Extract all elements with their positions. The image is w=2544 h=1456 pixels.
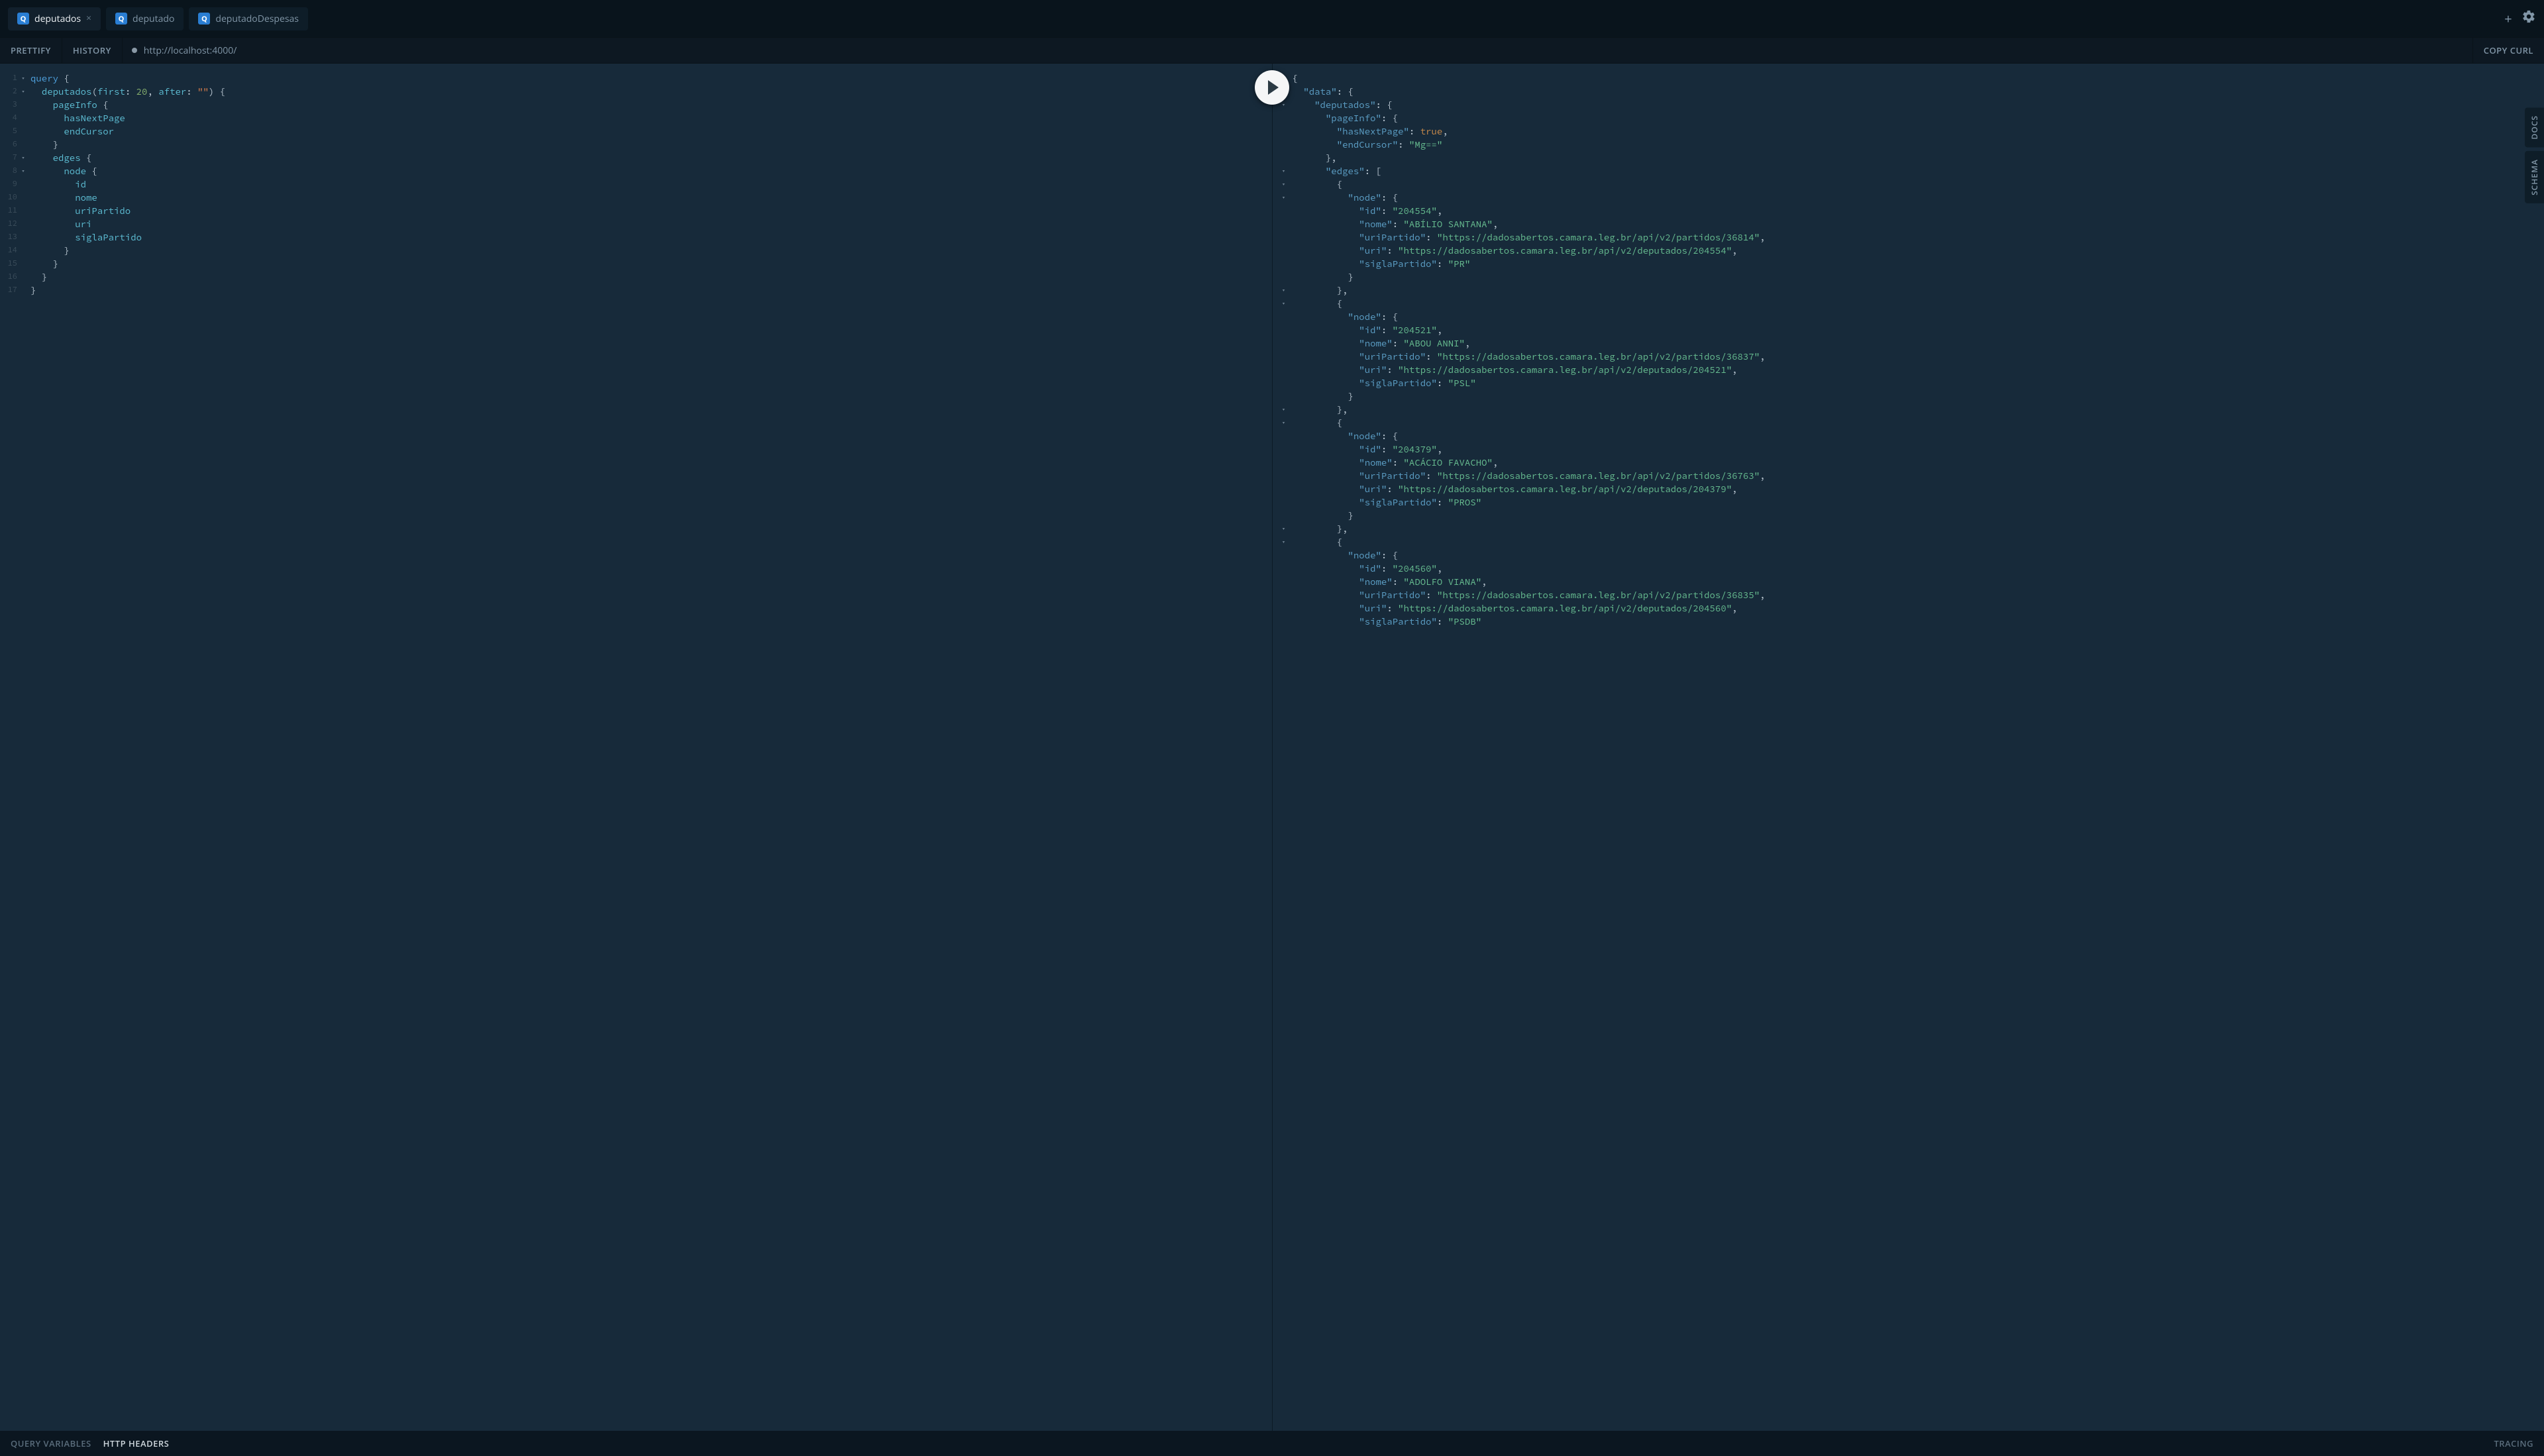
code-line: hasNextPage — [30, 111, 1272, 125]
code-line: "node": { — [1293, 191, 2544, 204]
tab-label: deputadoDespesas — [215, 13, 299, 25]
code-line: "id": "204554", — [1293, 204, 2544, 217]
fold-gutter[interactable]: ▾▾▾▾ — [19, 72, 28, 297]
tab-label: deputados — [34, 13, 81, 25]
endpoint-status-icon — [132, 48, 137, 53]
code-line: "node": { — [1293, 548, 2544, 562]
side-tabs: DOCS SCHEMA — [2525, 107, 2544, 203]
code-line: "id": "204379", — [1293, 442, 2544, 456]
http-headers-tab[interactable]: HTTP HEADERS — [103, 1437, 170, 1449]
code-line: "uriPartido": "https://dadosabertos.cama… — [1293, 350, 2544, 363]
code-line: } — [1293, 270, 2544, 284]
code-line: "deputados": { — [1293, 98, 2544, 111]
code-line: "nome": "ACÁCIO FAVACHO", — [1293, 456, 2544, 469]
query-editor[interactable]: 1234567891011121314151617 ▾▾▾▾ query { d… — [0, 64, 1273, 1431]
code-line: id — [30, 178, 1272, 191]
endpoint-url: http://localhost:4000/ — [144, 44, 237, 57]
code-line: query { — [30, 72, 1272, 85]
code-line: edges { — [30, 151, 1272, 164]
code-line: "uriPartido": "https://dadosabertos.cama… — [1293, 469, 2544, 482]
query-badge-icon: Q — [115, 13, 127, 25]
code-line: endCursor — [30, 125, 1272, 138]
code-line: "uri": "https://dadosabertos.camara.leg.… — [1293, 363, 2544, 376]
code-line: } — [1293, 390, 2544, 403]
code-line: { — [1293, 297, 2544, 310]
prettify-button[interactable]: PRETTIFY — [0, 38, 62, 63]
code-line: } — [30, 284, 1272, 297]
code-line: { — [1293, 72, 2544, 85]
code-line: deputados(first: 20, after: "") { — [30, 85, 1272, 98]
schema-tab[interactable]: SCHEMA — [2525, 151, 2544, 203]
code-line: } — [30, 138, 1272, 151]
code-line: "siglaPartido": "PR" — [1293, 257, 2544, 270]
code-line: "uri": "https://dadosabertos.camara.leg.… — [1293, 244, 2544, 257]
code-line: nome — [30, 191, 1272, 204]
query-code[interactable]: query { deputados(first: 20, after: "") … — [0, 72, 1272, 297]
settings-icon[interactable] — [2521, 9, 2536, 28]
response-code: { "data": { "deputados": { "pageInfo": {… — [1273, 72, 2544, 628]
code-line: "uri": "https://dadosabertos.camara.leg.… — [1293, 601, 2544, 615]
close-icon[interactable]: × — [86, 14, 91, 23]
code-line: siglaPartido — [30, 231, 1272, 244]
code-line: { — [1293, 535, 2544, 548]
code-line: "data": { — [1293, 85, 2544, 98]
code-line: "uri": "https://dadosabertos.camara.leg.… — [1293, 482, 2544, 495]
copy-curl-button[interactable]: COPY CURL — [2472, 38, 2544, 63]
tab-deputadoDespesas[interactable]: QdeputadoDespesas — [189, 7, 308, 30]
code-line: { — [1293, 178, 2544, 191]
code-line: node { — [30, 164, 1272, 178]
tabs-container: Qdeputados×QdeputadoQdeputadoDespesas — [8, 7, 2495, 30]
code-line: } — [1293, 509, 2544, 522]
code-line: } — [30, 244, 1272, 257]
code-line: "nome": "ABÍLIO SANTANA", — [1293, 217, 2544, 231]
code-line: "nome": "ADOLFO VIANA", — [1293, 575, 2544, 588]
code-line: "pageInfo": { — [1293, 111, 2544, 125]
tab-deputados[interactable]: Qdeputados × — [8, 7, 101, 30]
code-line: uriPartido — [30, 204, 1272, 217]
code-line: "siglaPartido": "PROS" — [1293, 495, 2544, 509]
response-viewer[interactable]: ▾▾▾▾▾▾▾▾▾▾▾▾ { "data": { "deputados": { … — [1273, 64, 2544, 1431]
code-line: }, — [1293, 403, 2544, 416]
tab-label: deputado — [132, 13, 174, 25]
code-line: "endCursor": "Mg==" — [1293, 138, 2544, 151]
code-line: "edges": [ — [1293, 164, 2544, 178]
query-badge-icon: Q — [17, 13, 29, 25]
code-line: uri — [30, 217, 1272, 231]
code-line: { — [1293, 416, 2544, 429]
code-line: "uriPartido": "https://dadosabertos.cama… — [1293, 588, 2544, 601]
tabs-bar: Qdeputados×QdeputadoQdeputadoDespesas + — [0, 0, 2544, 37]
code-line: "node": { — [1293, 310, 2544, 323]
code-line: "uriPartido": "https://dadosabertos.cama… — [1293, 231, 2544, 244]
code-line: } — [30, 270, 1272, 284]
query-badge-icon: Q — [198, 13, 210, 25]
tab-deputado[interactable]: Qdeputado — [106, 7, 184, 30]
tracing-tab[interactable]: TRACING — [2494, 1437, 2533, 1449]
code-line: "node": { — [1293, 429, 2544, 442]
code-line: }, — [1293, 522, 2544, 535]
main-area: 1234567891011121314151617 ▾▾▾▾ query { d… — [0, 64, 2544, 1431]
add-tab-button[interactable]: + — [2495, 5, 2521, 32]
code-line: } — [30, 257, 1272, 270]
code-line: pageInfo { — [30, 98, 1272, 111]
code-line: "hasNextPage": true, — [1293, 125, 2544, 138]
code-line: "id": "204521", — [1293, 323, 2544, 337]
code-line: "siglaPartido": "PSL" — [1293, 376, 2544, 390]
line-gutter: 1234567891011121314151617 — [0, 72, 19, 297]
play-icon — [1268, 80, 1279, 95]
query-variables-tab[interactable]: QUERY VARIABLES — [11, 1437, 91, 1449]
bottom-bar: QUERY VARIABLES HTTP HEADERS TRACING — [0, 1431, 2544, 1456]
history-button[interactable]: HISTORY — [62, 38, 123, 63]
code-line: }, — [1293, 284, 2544, 297]
code-line: "siglaPartido": "PSDB" — [1293, 615, 2544, 628]
docs-tab[interactable]: DOCS — [2525, 107, 2544, 147]
code-line: }, — [1293, 151, 2544, 164]
code-line: "nome": "ABOU ANNI", — [1293, 337, 2544, 350]
fold-gutter[interactable]: ▾▾▾▾▾▾▾▾▾▾▾▾ — [1279, 72, 1289, 628]
execute-button[interactable] — [1255, 70, 1289, 105]
toolbar: PRETTIFY HISTORY http://localhost:4000/ … — [0, 37, 2544, 64]
url-input[interactable]: http://localhost:4000/ — [123, 38, 2472, 63]
code-line: "id": "204560", — [1293, 562, 2544, 575]
